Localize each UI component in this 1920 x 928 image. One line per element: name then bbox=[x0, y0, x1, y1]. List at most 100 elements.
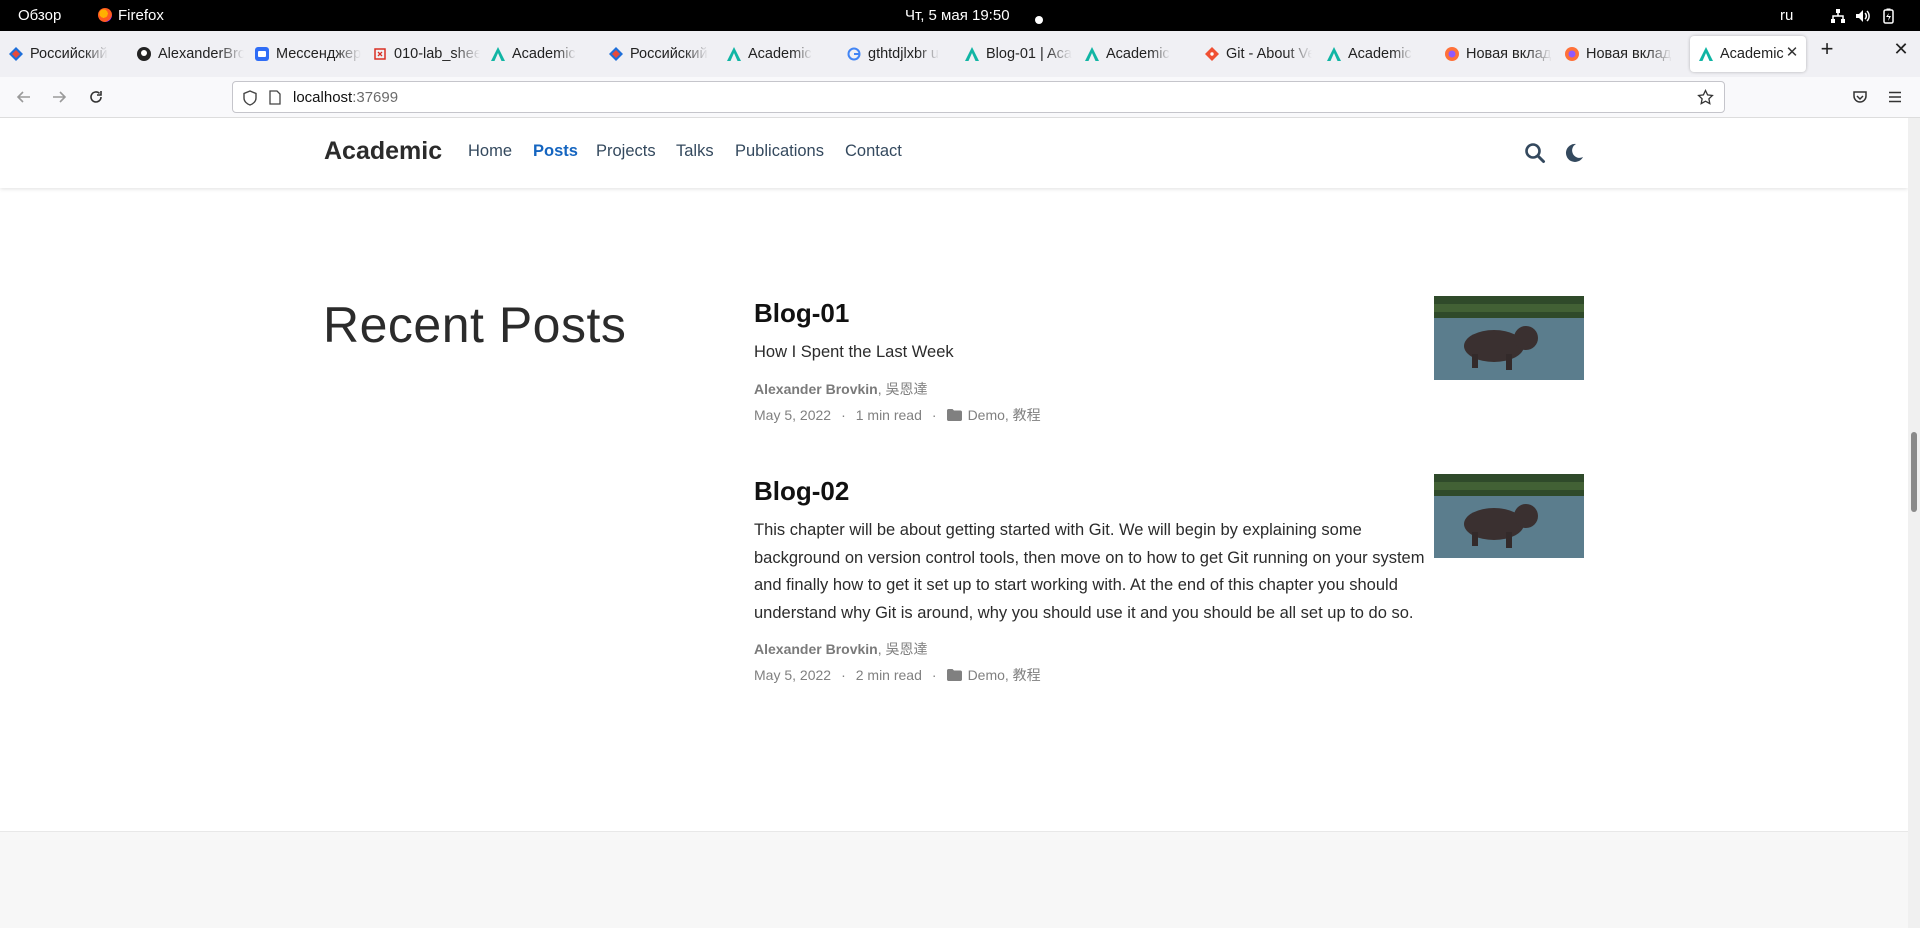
google-icon bbox=[846, 46, 862, 62]
academic-icon bbox=[490, 46, 506, 62]
search-icon[interactable] bbox=[1524, 142, 1546, 164]
nav-link-publications[interactable]: Publications bbox=[735, 142, 824, 161]
new-tab-button[interactable]: + bbox=[1814, 36, 1840, 62]
browser-tab[interactable]: Academic bbox=[482, 36, 600, 72]
post-read-time: 2 min read bbox=[855, 667, 922, 683]
tab-label: Российский bbox=[30, 46, 108, 62]
academic-icon bbox=[1326, 46, 1342, 62]
browser-tab[interactable]: Мессенджер bbox=[246, 36, 364, 72]
arrow-left-icon bbox=[16, 91, 30, 103]
arrow-right-icon bbox=[53, 91, 67, 103]
scrollbar-thumb[interactable] bbox=[1911, 432, 1917, 512]
post-categories[interactable]: Demo, 教程 bbox=[968, 665, 1041, 685]
pdf-icon bbox=[372, 46, 388, 62]
browser-tab[interactable]: 010-lab_sheet bbox=[364, 36, 482, 72]
volume-icon[interactable] bbox=[1855, 8, 1871, 24]
clock[interactable]: Чт, 5 мая 19:50 bbox=[905, 7, 1010, 24]
browser-tab[interactable]: AlexanderBrovkin bbox=[128, 36, 246, 72]
network-icon[interactable] bbox=[1830, 8, 1846, 24]
blue-diamond-icon bbox=[608, 46, 624, 62]
app-name: Firefox bbox=[118, 7, 164, 24]
navigation-toolbar: localhost:37699 bbox=[0, 77, 1920, 118]
post-thumbnail[interactable] bbox=[1434, 474, 1584, 558]
author-other[interactable]: , 吳恩達 bbox=[878, 381, 928, 397]
tab-label: Academic bbox=[1106, 46, 1170, 62]
reload-icon bbox=[90, 91, 102, 103]
recording-indicator bbox=[1035, 11, 1043, 28]
blue-diamond-icon bbox=[8, 46, 24, 62]
tab-label: Academic bbox=[512, 46, 576, 62]
folder-icon bbox=[946, 408, 962, 421]
author-other[interactable]: , 吳恩達 bbox=[878, 641, 928, 657]
browser-tab[interactable]: Academic bbox=[1076, 36, 1194, 72]
nav-link-home[interactable]: Home bbox=[468, 142, 512, 161]
tab-label: Academic bbox=[748, 46, 812, 62]
post-date: May 5, 2022 bbox=[754, 667, 832, 683]
web-page: Academic Home Posts Projects Talks Publi… bbox=[0, 118, 1908, 928]
git-icon bbox=[1204, 46, 1220, 62]
close-tab-icon[interactable]: ✕ bbox=[1784, 45, 1800, 61]
author-link[interactable]: Alexander Brovkin bbox=[754, 641, 878, 657]
post-categories[interactable]: Demo, 教程 bbox=[968, 405, 1041, 425]
site-brand[interactable]: Academic bbox=[324, 137, 442, 166]
app-menu-button[interactable] bbox=[1883, 85, 1907, 109]
page-footer bbox=[0, 831, 1908, 928]
browser-tab[interactable]: Российский bbox=[0, 36, 118, 72]
shield-icon[interactable] bbox=[243, 90, 257, 106]
nav-link-talks[interactable]: Talks bbox=[676, 142, 714, 161]
tab-label: Новая вкладка bbox=[1586, 46, 1672, 62]
pocket-button[interactable] bbox=[1848, 85, 1872, 109]
url-text[interactable]: localhost:37699 bbox=[293, 89, 398, 106]
nav-link-projects[interactable]: Projects bbox=[596, 142, 656, 161]
browser-tab[interactable]: gthtdjlxbr u bbox=[838, 36, 956, 72]
nav-link-contact[interactable]: Contact bbox=[845, 142, 902, 161]
firefox-icon bbox=[1564, 46, 1580, 62]
browser-tab[interactable]: Blog-01 | Academic bbox=[956, 36, 1074, 72]
browser-tab[interactable]: Новая вкладка bbox=[1436, 36, 1554, 72]
pocket-icon bbox=[1853, 91, 1867, 103]
page-icon[interactable] bbox=[269, 90, 281, 105]
tab-label: Academic bbox=[1348, 46, 1412, 62]
tab-label: Мессенджер bbox=[276, 46, 362, 62]
post-summary: This chapter will be about getting start… bbox=[754, 521, 1425, 622]
tab-label: AlexanderBrovkin bbox=[158, 46, 244, 62]
forward-button[interactable] bbox=[47, 85, 71, 109]
browser-tab[interactable]: Academic ✕ bbox=[1690, 36, 1806, 72]
reload-button[interactable] bbox=[84, 85, 108, 109]
moon-icon[interactable] bbox=[1563, 142, 1585, 164]
academic-icon bbox=[964, 46, 980, 62]
post-authors: Alexander Brovkin, 吳恩達 bbox=[754, 379, 1584, 399]
post-read-time: 1 min read bbox=[855, 406, 922, 423]
page-scrollbar[interactable] bbox=[1908, 118, 1920, 928]
tab-label: Academic bbox=[1720, 46, 1784, 62]
nav-link-posts[interactable]: Posts bbox=[533, 142, 578, 161]
bookmark-star-icon[interactable] bbox=[1697, 89, 1714, 106]
tab-label: Новая вкладка bbox=[1466, 46, 1552, 62]
firefox-icon bbox=[1444, 46, 1460, 62]
author-link[interactable]: Alexander Brovkin bbox=[754, 381, 878, 397]
activities-button[interactable]: Обзор bbox=[18, 7, 61, 24]
section-title: Recent Posts bbox=[323, 297, 627, 353]
keyboard-layout-indicator[interactable]: ru bbox=[1780, 7, 1793, 24]
browser-tab[interactable]: Academic bbox=[718, 36, 836, 72]
browser-tab[interactable]: Российский bbox=[600, 36, 718, 72]
tab-label: Blog-01 | Academic bbox=[986, 46, 1072, 62]
close-window-icon[interactable]: ✕ bbox=[1888, 36, 1914, 62]
academic-icon bbox=[1084, 46, 1100, 62]
post-meta: May 5, 2022 · 1 min read · Demo, 教程 bbox=[754, 405, 1041, 425]
battery-icon[interactable] bbox=[1880, 8, 1896, 24]
url-bar[interactable]: localhost:37699 bbox=[232, 81, 1725, 113]
academic-icon bbox=[1698, 46, 1714, 62]
tab-label: 010-lab_sheet bbox=[394, 46, 480, 62]
back-button[interactable] bbox=[12, 85, 36, 109]
github-icon bbox=[136, 46, 152, 62]
browser-tab[interactable]: Новая вкладка bbox=[1556, 36, 1674, 72]
post-thumbnail[interactable] bbox=[1434, 296, 1584, 380]
firefox-icon bbox=[98, 8, 112, 22]
app-menu-firefox[interactable]: Firefox bbox=[98, 7, 164, 24]
system-top-bar: Обзор Firefox Чт, 5 мая 19:50 ru bbox=[0, 0, 1920, 31]
tab-label: Git - About Version bbox=[1226, 46, 1312, 62]
academic-icon bbox=[726, 46, 742, 62]
browser-tab[interactable]: Git - About Version bbox=[1196, 36, 1314, 72]
browser-tab[interactable]: Academic bbox=[1318, 36, 1436, 72]
